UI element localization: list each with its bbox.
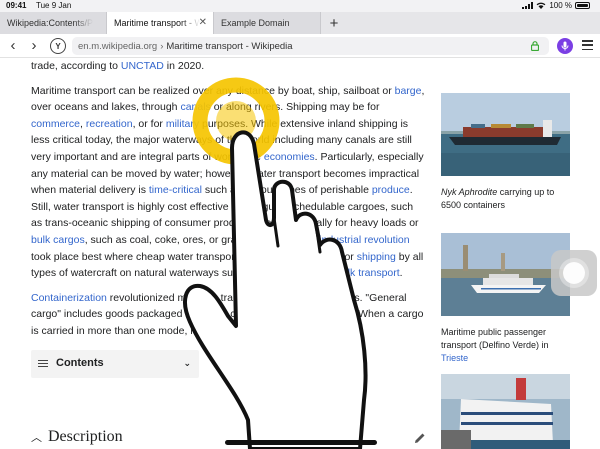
tab-label: Example Domain (221, 18, 290, 28)
link-shipping[interactable]: shipping (357, 251, 396, 263)
thumbnail-caption: Maritime public passenger transport (Del… (441, 326, 570, 365)
tab-example-domain[interactable]: Example Domain (214, 12, 321, 34)
lock-icon (531, 41, 539, 51)
link-unctad[interactable]: UNCTAD (121, 60, 164, 72)
section-heading-label: Description (48, 428, 123, 445)
thumbnail-ferry[interactable] (441, 374, 570, 449)
text: , or for (132, 117, 166, 130)
plus-icon[interactable]: + (321, 12, 347, 34)
paragraph-maritime: Maritime transport can be realized over … (31, 83, 427, 282)
chevron-down-icon: ⌄ (183, 358, 191, 369)
paragraph-containerization: Containerization revolutionized maritime… (31, 290, 427, 340)
assistive-touch-dot (563, 262, 585, 284)
thumbnail-caption: Nyk Aphrodite carrying up to 6500 contai… (441, 186, 570, 212)
link-time-critical[interactable]: time-critical (149, 184, 202, 196)
battery-percent: 100 % (549, 1, 572, 10)
cellular-icon (522, 2, 534, 9)
text: Maritime transport can be realized over … (31, 84, 395, 97)
address-bar[interactable]: en.m.wikipedia.org › Maritime transport … (72, 37, 549, 55)
mic-icon[interactable] (557, 38, 573, 54)
text: such as various types of perishable (201, 184, 372, 197)
list-icon (38, 359, 48, 368)
status-date: Tue 9 Jan (36, 1, 72, 10)
link-commerce[interactable]: commerce (31, 118, 80, 130)
link-bulk-cargos[interactable]: bulk cargos (31, 234, 85, 246)
status-right: 100 % (522, 1, 590, 10)
link-trieste[interactable]: Trieste (441, 353, 468, 363)
link-intermodal[interactable]: intermodal (209, 325, 258, 337)
url-host: en.m.wikipedia.org (78, 40, 158, 52)
text: trade, according to (31, 60, 121, 72)
link-containerization[interactable]: Containerization (31, 292, 107, 304)
battery-icon (575, 2, 590, 9)
ferry-image (441, 374, 570, 449)
link-economies[interactable]: economies (264, 151, 315, 163)
chevron-up-icon: ︿ (31, 431, 42, 444)
url-separator: › (160, 40, 164, 52)
text: or along rivers. Shipping may be for (210, 101, 380, 114)
article-body: trade, according to UNCTAD in 2020. Mari… (31, 58, 427, 378)
text: . (399, 267, 403, 280)
text: or co-modal. (258, 324, 320, 337)
y-icon[interactable]: Y (50, 38, 66, 54)
tab-bar: Wikipedia:Contents/Po Maritime transport… (0, 12, 600, 34)
thumbnail-passenger-ship[interactable]: Maritime public passenger transport (Del… (441, 233, 570, 365)
forward-icon[interactable]: › (27, 38, 41, 54)
container-ship-image (441, 93, 570, 176)
assistive-touch-button[interactable] (551, 250, 597, 296)
back-icon[interactable]: ‹ (6, 38, 20, 54)
link-military[interactable]: military (166, 118, 199, 130)
text: in 2020. (163, 60, 205, 72)
contents-label: Contents (56, 357, 104, 370)
paragraph-intro: trade, according to UNCTAD in 2020. (31, 58, 427, 75)
status-time: 09:41 (6, 1, 27, 10)
browser-toolbar: ‹ › Y en.m.wikipedia.org › Maritime tran… (0, 34, 600, 58)
close-icon[interactable]: ✕ (199, 17, 207, 28)
text: , or (338, 250, 357, 263)
caption-italic: Nyk Aphrodite (441, 187, 498, 197)
contents-toggle[interactable]: Contents ⌄ (31, 349, 199, 378)
link-navigations[interactable]: navigations (285, 251, 338, 263)
wifi-icon (536, 2, 546, 9)
url-title: Maritime transport - Wikipedia (166, 40, 293, 52)
text: , such as coal, coke, ores, or grains. A… (84, 233, 320, 246)
text: took place best where cheap water transp… (31, 250, 286, 263)
link-barge[interactable]: barge (395, 85, 422, 97)
section-heading-description[interactable]: ︿ Description (31, 428, 123, 446)
link-industrial-revolution[interactable]: industrial revolution (319, 234, 409, 246)
link-bulk-transport[interactable]: bulk transport (336, 267, 400, 279)
tab-wikipedia-contents[interactable]: Wikipedia:Contents/Po (0, 12, 107, 34)
status-bar: 09:41 Tue 9 Jan 100 % (0, 0, 600, 12)
link-canals[interactable]: canals (180, 101, 210, 113)
caption-text: Maritime public passenger transport (Del… (441, 327, 549, 350)
page-content: trade, according to UNCTAD in 2020. Mari… (0, 58, 600, 449)
link-produce[interactable]: produce (372, 184, 410, 196)
link-recreation[interactable]: recreation (86, 118, 133, 130)
tab-label: Wikipedia:Contents/Po (7, 18, 93, 28)
tab-maritime-transport[interactable]: Maritime transport - W ✕ (107, 12, 214, 34)
edit-icon[interactable] (414, 432, 426, 444)
menu-icon[interactable] (582, 40, 593, 50)
home-indicator[interactable] (225, 440, 377, 445)
tab-label: Maritime transport - W (114, 18, 200, 28)
thumbnail-container-ship[interactable]: Nyk Aphrodite carrying up to 6500 contai… (441, 93, 570, 212)
